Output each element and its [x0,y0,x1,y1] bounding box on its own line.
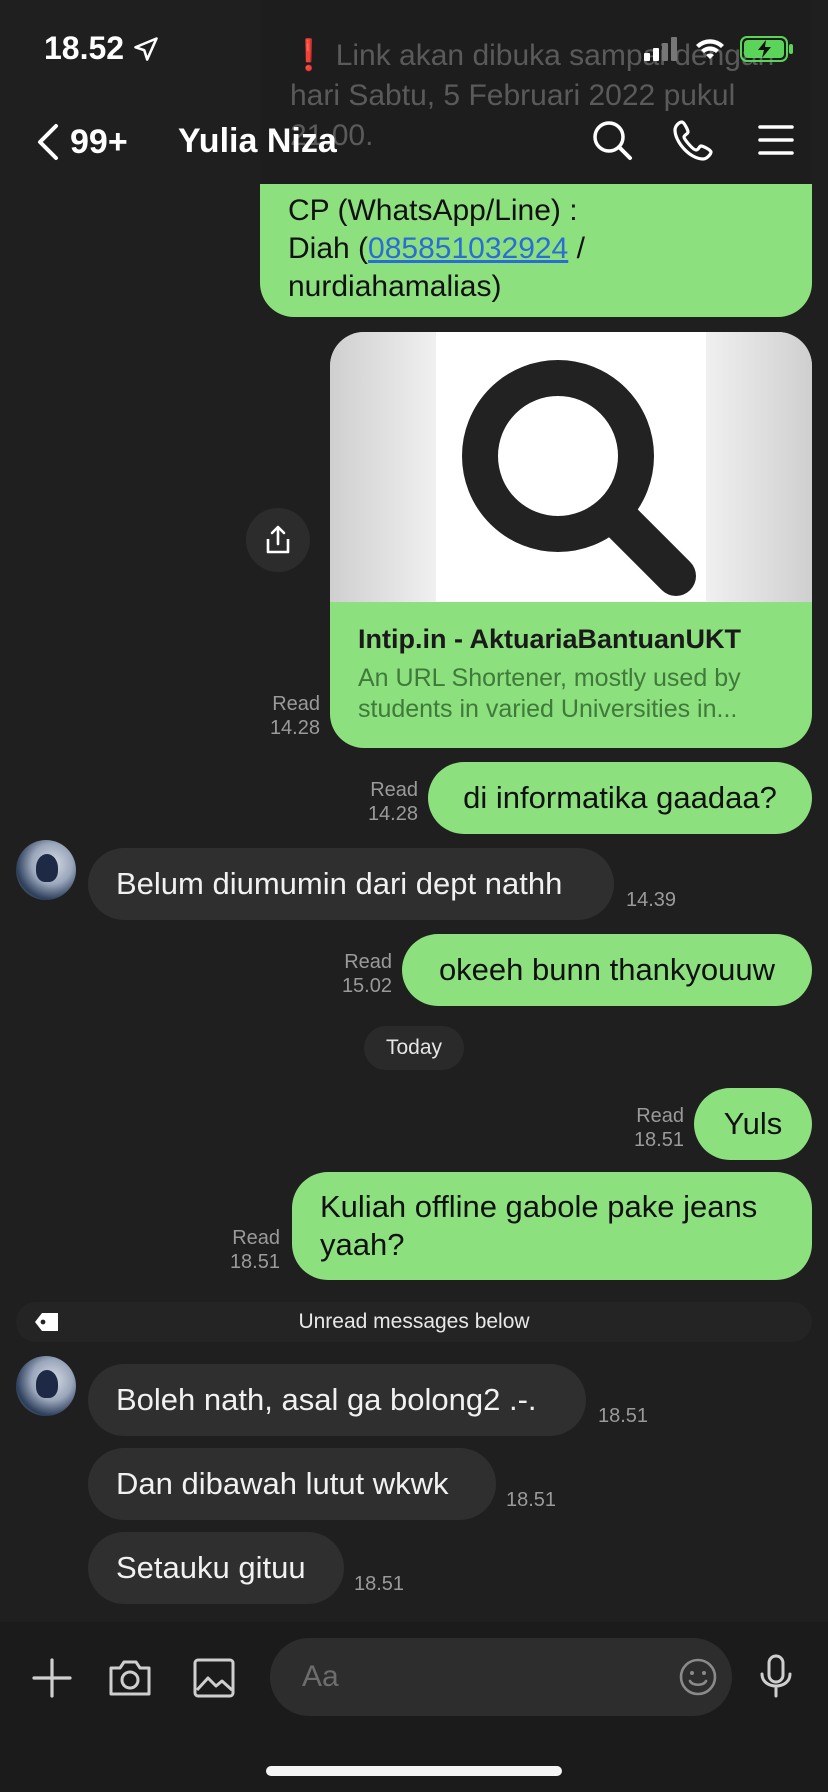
status-time: 18.52 [44,30,160,67]
incoming-message[interactable]: Setauku gituu [88,1532,344,1604]
incoming-message[interactable]: Boleh nath, asal ga bolong2 .-. [88,1364,586,1436]
phone-icon [673,120,713,161]
message-meta: Read 14.28 [356,778,418,826]
contact-info-line3: nurdiahamalias) [288,270,502,303]
message-time: 15.02 [341,975,392,997]
image-icon[interactable] [190,1654,238,1702]
tag-icon [35,1313,58,1331]
message-time: 14.39 [626,889,677,911]
link-preview-image [330,332,812,602]
unread-label: Unread messages below [298,1310,530,1333]
read-label: Read [232,1227,280,1249]
date-divider: Today [364,1026,464,1070]
camera-icon[interactable] [106,1654,154,1702]
message-text: Boleh nath, asal ga bolong2 .-. [116,1382,537,1417]
message-time: 18.51 [229,1251,280,1273]
message-time: 14.28 [367,803,418,825]
link-card-meta: Read 14.28 [258,692,320,740]
share-button[interactable] [246,508,310,572]
outgoing-bubble-contact-info[interactable]: CP (WhatsApp/Line) : Diah (085851032924 … [260,184,812,317]
chat-header: 99+ Yulia Niza [0,96,828,186]
message-text: okeeh bunn thankyouuw [438,952,776,987]
message-input-bar: Aa [0,1622,828,1792]
emoji-icon[interactable] [678,1657,718,1697]
call-button[interactable] [672,118,716,162]
message-input[interactable]: Aa [270,1638,732,1716]
contact-info-line2: Diah (085851032924 / [288,230,784,268]
read-label: Read [636,1105,684,1127]
message-meta: Read 18.51 [622,1104,684,1152]
share-icon [266,525,290,554]
magnifier-icon [462,360,696,596]
read-label: Read [344,951,392,973]
wifi-icon [696,39,724,59]
link-preview-card[interactable]: Intip.in - AktuariaBantuanUKT An URL Sho… [330,332,812,748]
battery-charging-icon [740,36,793,62]
message-text: Kuliah offline gabole pake jeans yaah? [320,1189,758,1262]
status-indicators [644,36,794,62]
status-bar: 18.52 [0,0,828,100]
back-button[interactable]: 99+ [34,122,128,162]
menu-button[interactable] [754,118,798,162]
contact-name[interactable]: Yulia Niza [178,122,337,161]
message-time: 14.28 [269,717,320,739]
unread-divider: Unread messages below [16,1302,812,1342]
plus-icon[interactable] [28,1654,76,1702]
phone-link[interactable]: 085851032924 [368,232,568,265]
outgoing-message[interactable]: Yuls [694,1088,812,1160]
clock: 18.52 [44,30,125,66]
outgoing-message[interactable]: Kuliah offline gabole pake jeans yaah? [292,1172,812,1280]
message-meta: Read 15.02 [330,950,392,998]
chevron-left-icon [38,124,58,160]
search-icon [593,121,632,160]
message-text: di informatika gaadaa? [463,780,777,815]
read-label: Read [370,779,418,801]
message-text: Setauku gituu [116,1550,306,1585]
message-time: 18.51 [633,1129,684,1151]
avatar[interactable] [16,1356,76,1416]
message-time: 18.51 [506,1489,557,1511]
link-description: An URL Shortener, mostly used by student… [358,664,741,723]
home-indicator [266,1766,562,1776]
message-text: Belum diumumin dari dept nathh [116,866,563,901]
location-arrow-icon [134,36,158,61]
unread-count: 99+ [70,122,128,161]
message-text: Yuls [723,1106,783,1141]
avatar[interactable] [16,840,76,900]
incoming-message[interactable]: Dan dibawah lutut wkwk [88,1448,496,1520]
cellular-signal-icon [644,37,677,61]
contact-info-suffix: / [568,232,585,265]
message-meta: Read 18.51 [218,1226,280,1274]
outgoing-message[interactable]: di informatika gaadaa? [428,762,812,834]
contact-info-line1: CP (WhatsApp/Line) : [288,194,578,227]
read-label: Read [272,693,320,715]
search-button[interactable] [590,118,634,162]
message-time: 18.51 [598,1405,649,1427]
contact-info-prefix: Diah ( [288,232,369,265]
hamburger-menu-icon [758,125,794,155]
input-placeholder: Aa [302,1660,339,1693]
microphone-icon[interactable] [752,1652,800,1700]
outgoing-message[interactable]: okeeh bunn thankyouuw [402,934,812,1006]
message-text: Dan dibawah lutut wkwk [116,1466,449,1501]
message-time: 18.51 [354,1573,405,1595]
link-title: Intip.in - AktuariaBantuanUKT [358,624,741,654]
chat-screen: ❗ Link akan dibuka sampai dengan hari Sa… [0,0,828,1792]
incoming-message[interactable]: Belum diumumin dari dept nathh [88,848,614,920]
